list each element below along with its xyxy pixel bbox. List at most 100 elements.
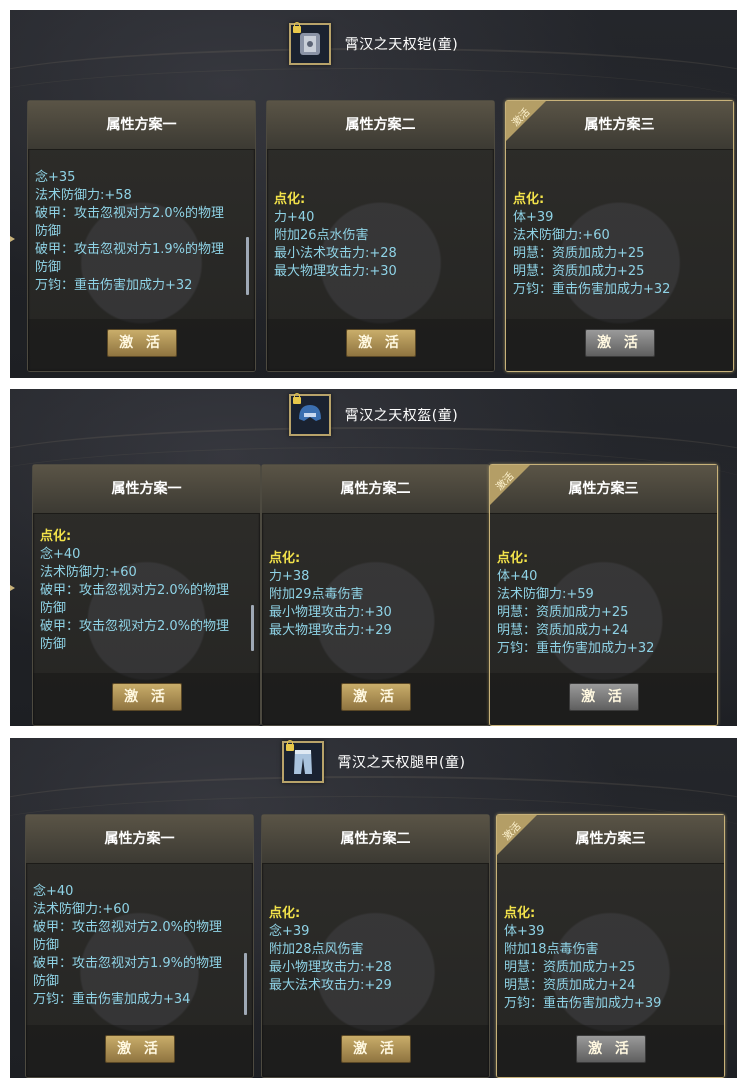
item-header: 霄汉之天权铠(童) — [10, 20, 737, 68]
scheme-card-1[interactable]: 属性方案一 点化: 念+40 法术防御力:+60 破甲：攻击忽视对方2.0%的物… — [32, 464, 261, 726]
attr-line: 防御 — [35, 260, 62, 275]
attr-line: 附加28点风伤害 — [269, 942, 364, 957]
activate-button[interactable]: 激 活 — [568, 683, 639, 711]
scheme-card-1[interactable]: 属性方案一 念+35 法术防御力:+58 破甲：攻击忽视对方2.0%的物理 防御… — [27, 100, 256, 372]
leggings-icon[interactable] — [281, 740, 324, 783]
item-header: 霄汉之天权盔(童) — [10, 391, 737, 439]
attr-line: 体+40 — [497, 569, 538, 584]
attr-line: 万钧：重击伤害加成力+32 — [497, 641, 655, 656]
scheme-card-3[interactable]: 激活 属性方案三 点化: 体+40 法术防御力:+59 明慧：资质加成力+25 … — [489, 464, 718, 726]
activate-button[interactable]: 激 活 — [104, 1035, 175, 1063]
attr-line: 万钧：重击伤害加成力+32 — [35, 278, 193, 293]
attr-line: 附加18点毒伤害 — [504, 942, 599, 957]
attr-line: 明慧：资质加成力+25 — [504, 960, 636, 975]
attr-line: 点化: — [40, 529, 72, 544]
attr-line: 明慧：资质加成力+25 — [513, 246, 645, 261]
attr-line: 破甲：攻击忽视对方1.9%的物理 — [33, 956, 223, 971]
activate-button[interactable]: 激 活 — [575, 1035, 646, 1063]
attr-line: 最小物理攻击力:+28 — [269, 960, 392, 975]
attr-line: 法术防御力:+59 — [497, 587, 594, 602]
card-footer: 激 活 — [28, 319, 255, 371]
attr-line: 破甲：攻击忽视对方2.0%的物理 — [35, 206, 225, 221]
card-footer: 激 活 — [33, 673, 260, 725]
card-footer: 激 活 — [267, 319, 494, 371]
scheme-card-2[interactable]: 属性方案二 点化: 念+39 附加28点风伤害 最小物理攻击力:+28 最大法术… — [261, 814, 490, 1078]
attr-line: 点化: — [269, 906, 301, 921]
activate-button[interactable]: 激 活 — [345, 329, 416, 357]
attr-line: 点化: — [504, 906, 536, 921]
attr-line: 最大法术攻击力:+29 — [269, 978, 392, 993]
armor-icon[interactable] — [288, 22, 331, 65]
activate-button[interactable]: 激 活 — [111, 683, 182, 711]
attr-line: 防御 — [33, 974, 60, 989]
activate-button[interactable]: 激 活 — [340, 1035, 411, 1063]
card-footer: 激 活 — [262, 673, 489, 725]
attr-line: 明慧：资质加成力+24 — [504, 978, 636, 993]
scheme-card-3[interactable]: 激活 属性方案三 点化: 体+39 法术防御力:+60 明慧：资质加成力+25 … — [505, 100, 734, 372]
attr-line: 防御 — [35, 224, 62, 239]
attr-line: 法术防御力:+60 — [40, 565, 137, 580]
attr-line: 明慧：资质加成力+25 — [513, 264, 645, 279]
attr-line: 念+40 — [33, 884, 74, 899]
scheme-card-2[interactable]: 属性方案二 点化: 力+40 附加26点水伤害 最小法术攻击力:+28 最大物理… — [266, 100, 495, 372]
item-title: 霄汉之天权盔(童) — [344, 408, 459, 424]
attr-line: 点化: — [269, 551, 301, 566]
lock-icon — [292, 393, 301, 404]
panel-arrow — [10, 585, 15, 591]
scheme-card-2[interactable]: 属性方案二 点化: 力+38 附加29点毒伤害 最小物理攻击力:+30 最大物理… — [261, 464, 490, 726]
attr-line: 法术防御力:+58 — [35, 188, 132, 203]
helmet-icon[interactable] — [288, 393, 331, 436]
attr-line: 附加26点水伤害 — [274, 228, 369, 243]
activate-button[interactable]: 激 活 — [584, 329, 655, 357]
panel-arrow — [10, 236, 15, 242]
attr-line: 最大物理攻击力:+29 — [269, 623, 392, 638]
item-title: 霄汉之天权铠(童) — [344, 37, 459, 53]
card-footer: 激 活 — [497, 1025, 724, 1077]
attr-line: 最小物理攻击力:+30 — [269, 605, 392, 620]
attr-line: 万钧：重击伤害加成力+32 — [513, 282, 671, 297]
attr-line: 念+40 — [40, 547, 81, 562]
lock-icon — [285, 740, 294, 751]
attr-line: 附加29点毒伤害 — [269, 587, 364, 602]
attr-line: 法术防御力:+60 — [33, 902, 130, 917]
attr-line: 点化: — [274, 192, 306, 207]
item-header: 霄汉之天权腿甲(童) — [10, 738, 737, 786]
attr-line: 点化: — [497, 551, 529, 566]
scrollbar[interactable] — [246, 237, 249, 295]
activate-button[interactable]: 激 活 — [106, 329, 177, 357]
attr-line: 破甲：攻击忽视对方1.9%的物理 — [35, 242, 225, 257]
attr-line: 力+38 — [269, 569, 310, 584]
attr-line: 防御 — [40, 637, 67, 652]
activate-button[interactable]: 激 活 — [340, 683, 411, 711]
leggings-panel: 霄汉之天权腿甲(童) 属性方案一 念+40 法术防御力:+60 破甲：攻击忽视对… — [10, 738, 737, 1078]
helmet-panel: 霄汉之天权盔(童) 属性方案一 点化: 念+40 法术防御力:+60 破甲：攻击… — [10, 389, 737, 726]
attr-line: 破甲：攻击忽视对方2.0%的物理 — [40, 583, 230, 598]
attr-line: 体+39 — [504, 924, 545, 939]
card-title: 属性方案二 — [267, 101, 494, 150]
attr-line: 最大物理攻击力:+30 — [274, 264, 397, 279]
card-title: 属性方案二 — [262, 815, 489, 864]
attr-line: 念+39 — [269, 924, 310, 939]
attr-line: 点化: — [513, 192, 545, 207]
armor-panel: 霄汉之天权铠(童) 属性方案一 念+35 法术防御力:+58 破甲：攻击忽视对方… — [10, 10, 737, 378]
attr-line: 防御 — [33, 938, 60, 953]
scheme-card-1[interactable]: 属性方案一 念+40 法术防御力:+60 破甲：攻击忽视对方2.0%的物理 防御… — [25, 814, 254, 1078]
scrollbar[interactable] — [244, 953, 247, 1015]
attr-line: 破甲：攻击忽视对方2.0%的物理 — [40, 619, 230, 634]
card-title: 属性方案二 — [262, 465, 489, 514]
card-footer: 激 活 — [262, 1025, 489, 1077]
card-footer: 激 活 — [26, 1025, 253, 1077]
lock-icon — [292, 22, 301, 33]
scheme-card-3[interactable]: 激活 属性方案三 点化: 体+39 附加18点毒伤害 明慧：资质加成力+25 明… — [496, 814, 725, 1078]
card-title: 属性方案一 — [33, 465, 260, 514]
attr-line: 破甲：攻击忽视对方2.0%的物理 — [33, 920, 223, 935]
attr-line: 法术防御力:+60 — [513, 228, 610, 243]
attr-line: 体+39 — [513, 210, 554, 225]
attr-line: 念+35 — [35, 170, 76, 185]
scrollbar[interactable] — [251, 605, 254, 651]
attr-line: 万钧：重击伤害加成力+39 — [504, 996, 662, 1011]
attr-line: 最小法术攻击力:+28 — [274, 246, 397, 261]
attr-line: 防御 — [40, 601, 67, 616]
attr-line: 力+40 — [274, 210, 315, 225]
attr-line: 明慧：资质加成力+24 — [497, 623, 629, 638]
